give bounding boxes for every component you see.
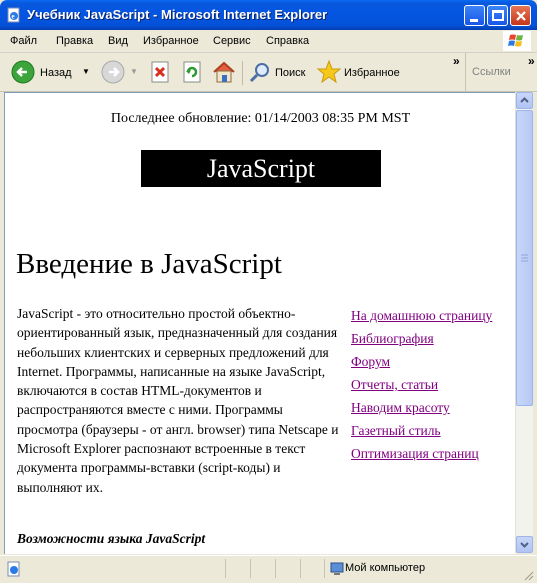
status-divider — [225, 559, 226, 578]
back-label: Назад — [40, 67, 72, 79]
toolbar-chevron-icon[interactable]: » — [453, 54, 460, 68]
forward-button[interactable]: ▼ — [98, 57, 140, 87]
refresh-icon — [183, 61, 201, 83]
nav-links: На домашнюю страницу Библиография Форум … — [351, 306, 501, 467]
maximize-button[interactable] — [487, 5, 508, 26]
page-heading: Введение в JavaScript — [16, 248, 282, 280]
menu-tools[interactable]: Сервис — [213, 35, 251, 47]
chevron-up-icon — [520, 97, 529, 103]
forward-arrow-icon — [101, 60, 125, 84]
link-newspaper-style[interactable]: Газетный стиль — [351, 421, 501, 441]
link-reports[interactable]: Отчеты, статьи — [351, 375, 501, 395]
minimize-button[interactable] — [464, 5, 485, 26]
features-heading: Возможности языка JavaScript — [17, 531, 206, 546]
refresh-button[interactable] — [178, 57, 204, 87]
links-bar[interactable]: Ссылки » — [465, 53, 537, 91]
stop-button[interactable] — [146, 57, 172, 87]
scroll-down-button[interactable] — [516, 536, 533, 553]
chevron-down-icon — [520, 542, 529, 548]
close-button[interactable] — [510, 5, 531, 26]
links-chevron-icon[interactable]: » — [528, 54, 535, 68]
menu-view[interactable]: Вид — [108, 35, 128, 47]
close-icon — [516, 11, 526, 21]
menu-help[interactable]: Справка — [266, 35, 309, 47]
scroll-up-button[interactable] — [516, 92, 533, 109]
forward-dropdown-icon[interactable]: ▼ — [130, 67, 138, 76]
back-dropdown-icon[interactable]: ▼ — [82, 67, 90, 76]
toolbar: Назад ▼ ▼ Поиск Избранное » — [0, 53, 537, 92]
back-button[interactable]: Назад ▼ — [8, 57, 92, 87]
computer-icon — [330, 562, 344, 575]
menu-favorites[interactable]: Избранное — [143, 35, 199, 47]
window-title: Учебник JavaScript - Microsoft Internet … — [27, 7, 328, 22]
menu-bar: Файл Правка Вид Избранное Сервис Справка — [0, 30, 537, 53]
ie-window: e Учебник JavaScript - Microsoft Interne… — [0, 0, 537, 583]
page-viewport[interactable]: Последнее обновление: 01/14/2003 08:35 P… — [4, 92, 516, 554]
search-button[interactable]: Поиск — [248, 57, 310, 87]
status-bar: Мой компьютер — [0, 555, 537, 583]
page-status-icon — [7, 561, 20, 577]
intro-paragraph: JavaScript - это относительно простой об… — [17, 306, 339, 495]
search-icon — [249, 63, 269, 83]
windows-logo-icon — [503, 31, 531, 51]
link-forum[interactable]: Форум — [351, 352, 501, 372]
status-divider — [250, 559, 251, 578]
links-label: Ссылки — [472, 66, 511, 78]
back-arrow-icon — [11, 60, 35, 84]
search-label: Поиск — [275, 67, 306, 79]
home-button[interactable] — [210, 57, 238, 87]
status-divider — [324, 559, 325, 578]
ie-page-icon: e — [7, 7, 20, 23]
home-icon — [213, 61, 235, 83]
resize-grip-icon[interactable] — [522, 569, 534, 581]
menu-file[interactable]: Файл — [10, 35, 37, 47]
minimize-icon — [470, 19, 478, 22]
title-bar[interactable]: e Учебник JavaScript - Microsoft Interne… — [0, 0, 537, 30]
vertical-scrollbar[interactable] — [515, 92, 533, 553]
last-updated-text: Последнее обновление: 01/14/2003 08:35 P… — [110, 111, 411, 126]
favorites-label: Избранное — [344, 67, 400, 79]
favorites-button[interactable]: Избранное — [316, 57, 406, 87]
link-beauty[interactable]: Наводим красоту — [351, 398, 501, 418]
favorites-star-icon — [316, 59, 342, 84]
security-zone-label: Мой компьютер — [345, 562, 426, 574]
status-divider — [300, 559, 301, 578]
maximize-icon — [492, 10, 504, 21]
scroll-thumb[interactable] — [516, 110, 533, 406]
link-optimization[interactable]: Оптимизация страниц — [351, 444, 501, 464]
link-home[interactable]: На домашнюю страницу — [351, 306, 501, 326]
menu-edit[interactable]: Правка — [56, 35, 93, 47]
status-divider — [275, 559, 276, 578]
toolbar-separator — [242, 61, 243, 85]
svg-text:e: e — [12, 13, 15, 21]
link-bibliography[interactable]: Библиография — [351, 329, 501, 349]
stop-icon — [151, 61, 169, 83]
grip-icon — [521, 254, 528, 262]
javascript-logo-banner: JavaScript — [141, 150, 381, 187]
